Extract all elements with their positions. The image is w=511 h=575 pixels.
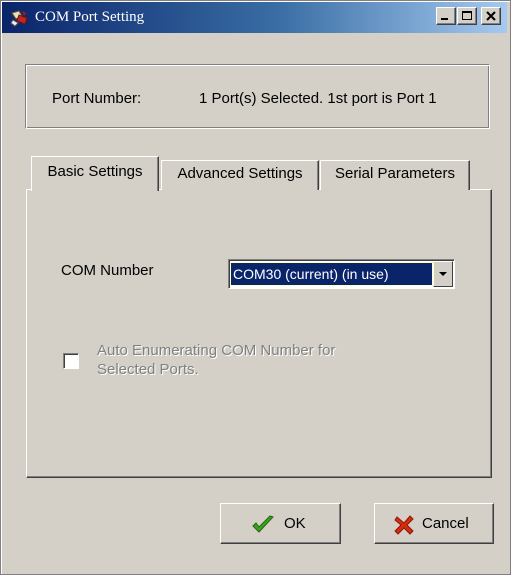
auto-enumerating-label: Auto Enumerating COM Number for Selected…: [97, 342, 336, 378]
port-number-label: Port Number:: [52, 90, 142, 107]
minimize-button[interactable]: [436, 7, 456, 25]
minimize-icon: [441, 18, 448, 20]
com-number-selected-value: COM30 (current) (in use): [230, 262, 433, 286]
com-number-label: COM Number: [61, 262, 154, 279]
maximize-icon: [462, 11, 472, 20]
check-icon: [252, 515, 274, 533]
ok-button-label: OK: [284, 515, 306, 532]
tab-serial-parameters[interactable]: Serial Parameters: [320, 160, 470, 190]
com-number-select[interactable]: COM30 (current) (in use): [228, 259, 455, 289]
close-button[interactable]: [481, 7, 501, 25]
window-title: COM Port Setting: [35, 9, 145, 25]
ok-button[interactable]: OK: [220, 503, 341, 544]
title-bar[interactable]: COM Port Setting: [2, 2, 507, 33]
close-icon: [486, 11, 496, 21]
port-number-value: 1 Port(s) Selected. 1st port is Port 1: [199, 90, 437, 107]
x-icon: [394, 515, 414, 535]
com-port-app-icon: [10, 9, 30, 27]
tab-panel-basic-settings: [26, 189, 492, 478]
auto-enumerating-checkbox[interactable]: [63, 353, 79, 369]
maximize-button[interactable]: [457, 7, 477, 25]
cancel-button[interactable]: Cancel: [374, 503, 494, 544]
tab-basic-settings[interactable]: Basic Settings: [31, 156, 159, 191]
com-number-dropdown-button[interactable]: [433, 261, 453, 287]
chevron-down-icon: [439, 272, 447, 276]
tab-advanced-settings[interactable]: Advanced Settings: [161, 160, 319, 190]
cancel-button-label: Cancel: [422, 515, 469, 532]
